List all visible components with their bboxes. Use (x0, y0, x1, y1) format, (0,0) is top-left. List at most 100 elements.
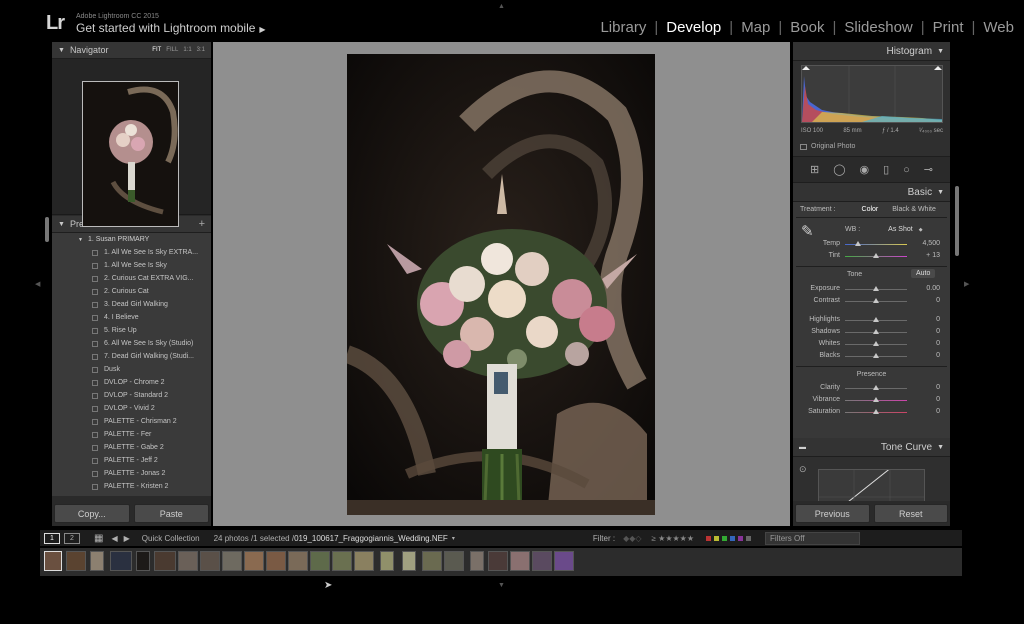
photo-canvas[interactable] (213, 42, 790, 526)
histogram-header[interactable]: Histogram ▼ (793, 42, 950, 61)
contrast-slider[interactable]: Contrast 0 (793, 296, 950, 307)
main-window-button[interactable]: 1 (44, 532, 60, 544)
contrast-value[interactable]: 0 (936, 297, 940, 304)
vibrance-slider[interactable]: Vibrance 0 (793, 395, 950, 406)
auto-tone-button[interactable]: Auto (911, 269, 936, 278)
blue-label-icon[interactable] (730, 535, 736, 541)
whites-slider[interactable]: Whites 0 (793, 339, 950, 350)
preset-item[interactable]: 2. Curious Cat (52, 285, 211, 298)
exposure-knob[interactable] (873, 286, 879, 291)
right-panel-toggle-icon[interactable]: ▶ (964, 280, 969, 288)
tint-value[interactable]: + 13 (926, 252, 940, 259)
navigator-thumbnail[interactable] (82, 81, 179, 227)
yellow-label-icon[interactable] (714, 535, 720, 541)
left-panel-scrollbar[interactable] (45, 217, 49, 242)
spot-removal-icon[interactable]: ◯ (833, 163, 845, 176)
module-map[interactable]: Map (741, 19, 770, 36)
module-web[interactable]: Web (983, 19, 1014, 36)
navigator-header[interactable]: ▼ Navigator FIT FILL 1:1 3:1 (52, 42, 211, 59)
secondary-window-button[interactable]: 2 (64, 532, 80, 544)
tint-slider[interactable]: Tint + 13 (793, 251, 950, 262)
filmstrip-thumbnail[interactable] (266, 551, 286, 571)
filmstrip-thumbnail[interactable] (244, 551, 264, 571)
temp-knob[interactable] (855, 241, 861, 246)
blacks-knob[interactable] (873, 353, 879, 358)
grid-view-icon[interactable]: ▦ (94, 533, 103, 544)
preset-item[interactable]: DVLOP - Chrome 2 (52, 376, 211, 389)
preset-item[interactable]: PALETTE - Fer (52, 428, 211, 441)
blacks-value[interactable]: 0 (936, 352, 940, 359)
filmstrip-thumbnail[interactable] (90, 551, 104, 571)
filmstrip-thumbnail[interactable] (110, 551, 132, 571)
clarity-knob[interactable] (873, 385, 879, 390)
filmstrip-thumbnail[interactable] (332, 551, 352, 571)
green-label-icon[interactable] (722, 535, 728, 541)
highlights-value[interactable]: 0 (936, 316, 940, 323)
clarity-value[interactable]: 0 (936, 384, 940, 391)
shadows-slider[interactable]: Shadows 0 (793, 327, 950, 338)
tone-curve-header[interactable]: ▬ Tone Curve ▼ (793, 438, 950, 457)
filmstrip-thumbnail[interactable] (554, 551, 574, 571)
shadows-knob[interactable] (873, 329, 879, 334)
preset-item[interactable]: PALETTE - Gabe 2 (52, 441, 211, 454)
temp-value[interactable]: 4,500 (922, 240, 940, 247)
filmstrip-thumbnail[interactable] (422, 551, 442, 571)
tint-knob[interactable] (873, 253, 879, 258)
original-photo-checkbox[interactable] (800, 143, 807, 150)
preset-item[interactable]: PALETTE - Jeff 2 (52, 454, 211, 467)
module-print[interactable]: Print (933, 19, 964, 36)
back-arrow-icon[interactable]: ◀ (111, 534, 117, 543)
filmstrip-thumbnail[interactable] (354, 551, 374, 571)
filmstrip-thumbnail[interactable] (66, 551, 86, 571)
filmstrip-toggle-icon[interactable]: ▼ (498, 582, 505, 589)
zoom-fit[interactable]: FIT (152, 47, 161, 53)
module-book[interactable]: Book (790, 19, 824, 36)
filename-dropdown-icon[interactable]: ▾ (452, 535, 455, 542)
whites-value[interactable]: 0 (936, 340, 940, 347)
red-eye-icon[interactable]: ◉ (859, 163, 869, 176)
filmstrip-thumbnail[interactable] (178, 551, 198, 571)
filmstrip-thumbnail[interactable] (288, 551, 308, 571)
preset-folder[interactable]: ▼ 1. Susan PRIMARY (52, 233, 211, 246)
filmstrip-thumbnail[interactable] (136, 551, 150, 571)
preset-item[interactable]: 4. I Believe (52, 311, 211, 324)
preset-item[interactable]: DVLOP - Standard 2 (52, 389, 211, 402)
vibrance-knob[interactable] (873, 397, 879, 402)
filmstrip-thumbnail[interactable] (200, 551, 220, 571)
zoom-3-1[interactable]: 3:1 (197, 47, 205, 53)
left-panel-toggle-icon[interactable]: ◀ (35, 280, 40, 288)
exposure-value[interactable]: 0.00 (926, 285, 940, 292)
selected-filename[interactable]: 019_100617_Fraggogiannis_Wedding.NEF (294, 534, 448, 543)
custom-label-icon[interactable] (746, 535, 752, 541)
copy-button[interactable]: Copy... (54, 504, 130, 523)
preset-item[interactable]: PALETTE - Chrisman 2 (52, 415, 211, 428)
treatment-color-option[interactable]: Color (862, 206, 879, 213)
previous-button[interactable]: Previous (795, 504, 870, 523)
filmstrip-thumbnail[interactable] (402, 551, 416, 571)
preset-item[interactable]: 6. All We See Is Sky (Studio) (52, 337, 211, 350)
preset-item[interactable]: Dusk (52, 363, 211, 376)
filmstrip-thumbnail[interactable] (488, 551, 508, 571)
preset-item[interactable]: 1. All We See Is Sky EXTRA... (52, 246, 211, 259)
reset-button[interactable]: Reset (873, 504, 948, 523)
whites-knob[interactable] (873, 341, 879, 346)
crop-tool-icon[interactable]: ⊞ (810, 163, 819, 176)
graduated-filter-icon[interactable]: ▯ (883, 163, 889, 176)
preset-item[interactable]: 2. Curious Cat EXTRA VIG... (52, 272, 211, 285)
saturation-knob[interactable] (873, 409, 879, 414)
contrast-knob[interactable] (873, 298, 879, 303)
right-panel-scrollbar[interactable] (955, 186, 959, 256)
filmstrip-thumbnail[interactable] (532, 551, 552, 571)
filmstrip-thumbnail[interactable] (470, 551, 484, 571)
filmstrip-thumbnail[interactable] (444, 551, 464, 571)
lightroom-mobile-link[interactable]: Get started with Lightroom mobile ▶ (76, 21, 266, 35)
filmstrip-thumbnail[interactable] (44, 551, 62, 571)
panel-switch-icon[interactable]: ▬ (799, 444, 806, 451)
paste-button[interactable]: Paste (133, 504, 209, 523)
module-library[interactable]: Library (600, 19, 646, 36)
preset-item[interactable]: DVLOP - Vivid 2 (52, 402, 211, 415)
highlights-knob[interactable] (873, 317, 879, 322)
basic-header[interactable]: Basic ▼ (793, 183, 950, 202)
main-photo[interactable] (347, 54, 655, 515)
histogram-graph[interactable] (801, 65, 943, 123)
